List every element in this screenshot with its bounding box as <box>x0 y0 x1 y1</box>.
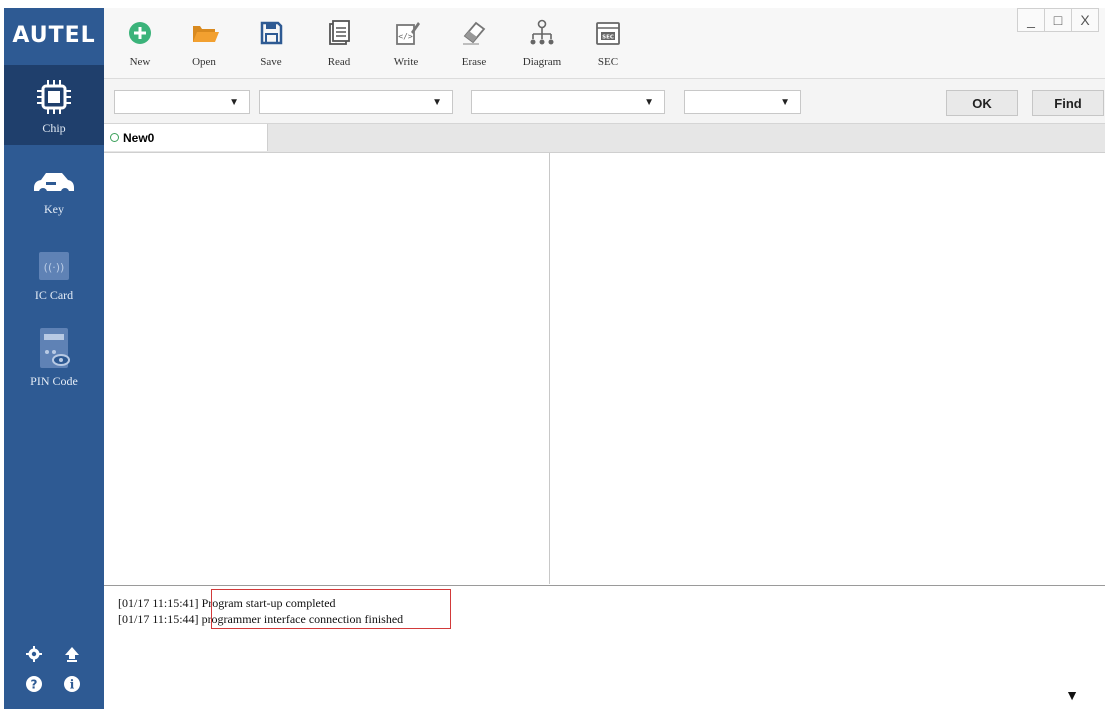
log-time: [01/17 11:15:44] <box>118 612 199 626</box>
left-pane[interactable] <box>104 153 550 584</box>
eraser-icon <box>463 21 486 45</box>
filter-bar: ▼ ▼ ▼ ▼ OK Find <box>104 79 1105 124</box>
log-highlight-box <box>211 589 451 629</box>
sidebar-item-key[interactable]: Key <box>4 168 104 238</box>
pin-code-icon <box>40 328 70 368</box>
find-button[interactable]: Find <box>1032 90 1104 116</box>
svg-text:SEC: SEC <box>602 35 614 41</box>
plus-circle-icon <box>129 22 151 44</box>
svg-text:</>: </> <box>398 32 413 41</box>
chevron-down-icon: ▼ <box>229 97 239 108</box>
help-icon[interactable]: ? <box>26 676 42 692</box>
svg-text:i: i <box>70 678 75 692</box>
sec-label: SEC <box>597 56 619 68</box>
status-dot-icon <box>110 133 119 142</box>
car-key-icon <box>34 173 74 196</box>
chevron-down-icon: ▼ <box>780 97 790 108</box>
save-label: Save <box>260 56 282 68</box>
sidebar-item-label: PIN Code <box>30 374 78 388</box>
type-select[interactable]: ▼ <box>471 90 665 114</box>
chevron-down-icon: ▼ <box>432 97 442 108</box>
diagram-icon <box>530 19 554 45</box>
sidebar-item-label: Chip <box>42 121 66 135</box>
save-icon <box>260 21 283 45</box>
scroll-down-icon[interactable]: ▼ <box>1065 687 1079 703</box>
diagram-button[interactable]: Diagram <box>516 18 568 68</box>
new-button[interactable]: New <box>114 18 166 68</box>
toolbar: New Open Save Read </> Write Erase Diagr… <box>104 8 1105 79</box>
svg-text:((·)): ((·)) <box>44 261 65 274</box>
sec-icon: SEC <box>596 22 620 45</box>
open-label: Open <box>192 56 216 68</box>
read-label: Read <box>327 56 351 68</box>
brand-logo: AUTEL <box>12 23 96 48</box>
sidebar-item-ic-card[interactable]: ((·)) IC Card <box>4 248 104 318</box>
close-button[interactable]: X <box>1071 9 1098 31</box>
folder-icon <box>193 26 219 42</box>
sidebar-item-label: IC Card <box>34 288 74 302</box>
svg-text:?: ? <box>31 678 38 692</box>
write-icon: </> <box>396 22 420 45</box>
log-time: [01/17 11:15:41] <box>118 596 199 610</box>
save-button[interactable]: Save <box>245 18 297 68</box>
chip-icon <box>37 80 71 114</box>
erase-button[interactable]: Erase <box>448 18 500 68</box>
window-controls: _ □ X <box>1017 8 1099 32</box>
new-label: New <box>129 56 151 68</box>
gear-icon[interactable] <box>26 646 42 662</box>
sidebar-item-pin-code[interactable]: PIN Code <box>4 326 104 396</box>
sidebar-item-label: Key <box>44 202 64 216</box>
chip-select[interactable]: ▼ <box>684 90 801 114</box>
write-label: Write <box>393 56 419 68</box>
erase-label: Erase <box>461 56 487 68</box>
info-icon[interactable]: i <box>64 676 80 692</box>
right-pane[interactable] <box>551 153 1105 584</box>
make-select[interactable]: ▼ <box>114 90 250 114</box>
ok-button[interactable]: OK <box>946 90 1018 116</box>
model-select[interactable]: ▼ <box>259 90 453 114</box>
read-icon <box>329 20 350 45</box>
ic-card-icon: ((·)) <box>39 252 69 280</box>
minimize-button[interactable]: _ <box>1018 9 1044 31</box>
tab-new0[interactable]: New0 <box>104 124 268 151</box>
read-button[interactable]: Read <box>313 18 365 68</box>
maximize-button[interactable]: □ <box>1044 9 1071 31</box>
tab-label: New0 <box>123 130 155 145</box>
sidebar: AUTEL Chip Key ((·)) IC Card PIN Code ? … <box>4 8 104 709</box>
write-button[interactable]: </> Write <box>380 18 432 68</box>
tab-bar: New0 <box>104 124 1105 153</box>
open-button[interactable]: Open <box>178 18 230 68</box>
sidebar-item-chip[interactable]: Chip <box>4 65 104 145</box>
log-panel: [01/17 11:15:41] Program start-up comple… <box>104 585 1105 709</box>
sec-button[interactable]: SEC SEC <box>582 18 634 68</box>
chevron-down-icon: ▼ <box>644 97 654 108</box>
diagram-label: Diagram <box>522 56 562 68</box>
upload-icon[interactable] <box>64 646 80 662</box>
